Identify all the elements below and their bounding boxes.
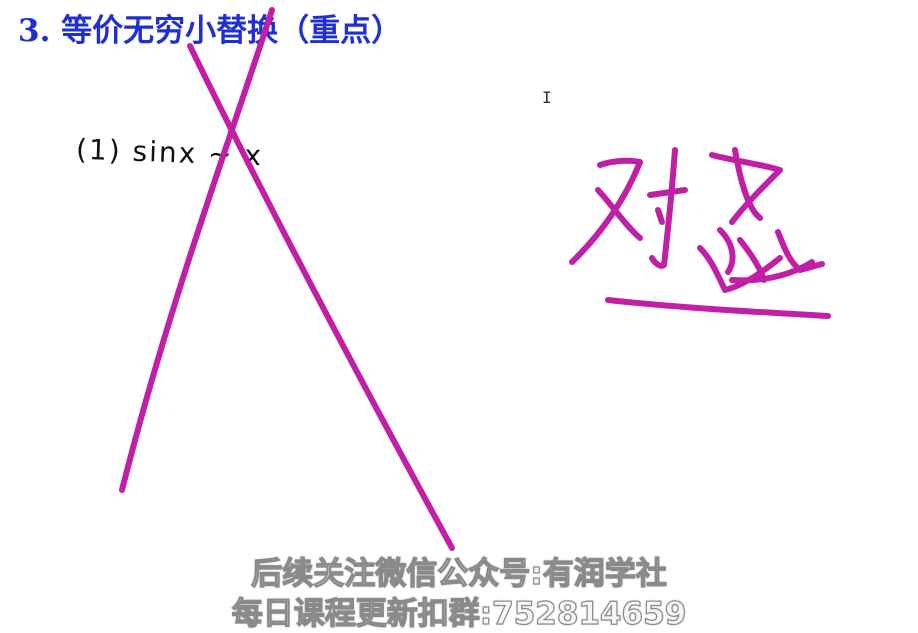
ink-cross-stroke-left <box>187 43 455 551</box>
watermark-line-1: 后续关注微信公众号:有润学社 <box>251 555 668 592</box>
ink-cross-stroke-right <box>119 7 275 493</box>
ink-underline <box>605 297 831 319</box>
ink-handwritten-characters <box>569 147 831 319</box>
ink-annotations <box>119 7 831 551</box>
watermark-line-2: 每日课程更新扣群:752814659 <box>231 595 687 632</box>
